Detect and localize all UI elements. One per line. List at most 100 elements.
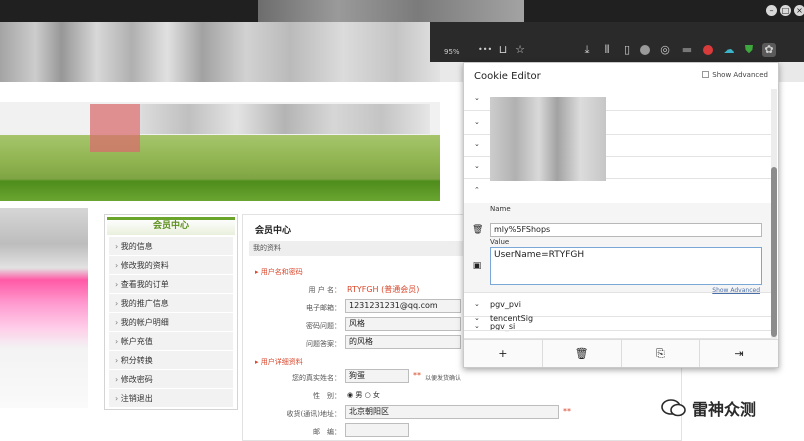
cookie-name-label: Name [490,205,511,213]
realname-label: 您的真实姓名： [292,374,341,382]
window-titlebar: – □ × [0,0,804,22]
menu-item-recharge[interactable]: 帐户充值 [109,332,233,351]
cookie-name: pgv_pvi [490,300,521,309]
close-icon[interactable]: × [794,5,804,16]
show-advanced-label: Show Advanced [712,71,768,79]
address-field[interactable]: 北京朝阳区 [345,405,559,419]
username-label: 用 户 名： [308,286,341,294]
pocket-icon[interactable]: ⊔ [496,43,510,57]
adblock-icon[interactable] [703,45,713,55]
add-cookie-button[interactable]: + [464,340,543,367]
cookie-editor-title: Cookie Editor [474,71,541,82]
download-icon[interactable]: ⤓ [580,43,594,57]
minimize-icon[interactable]: – [766,5,777,16]
menu-item-edit-profile[interactable]: 修改我的资料 [109,256,233,275]
answer-field[interactable]: 的风格 [345,335,461,349]
section-header-credentials-text: 用户名和密码 [260,268,303,276]
gender-options: ◉ 男 ○ 女 [347,390,380,400]
menu-item-points[interactable]: 积分转换 [109,351,233,370]
page-actions-icon[interactable]: ••• [478,43,492,57]
watermark: 雷神众测 [660,396,756,420]
required-mark-address: ** [563,407,571,416]
gender-male-label: 男 [355,391,363,399]
address-label: 收货(通讯)地址： [286,410,341,418]
member-type: (普通会员) [381,285,420,294]
library-icon[interactable]: ⫴ [600,43,614,57]
show-advanced-link[interactable]: Show Advanced [712,287,760,294]
question-label: 密码问题： [306,322,341,330]
cookie-editor-actions: + 🗑 ⎘ ⇥ [464,339,778,367]
cookie-edit-panel: Name mly%5FShops 🗑 Value UserName=RTYFGH… [464,203,772,294]
cookie-editor-icon[interactable]: ✿ [762,43,776,57]
show-advanced-checkbox[interactable] [702,71,710,78]
zip-label: 邮 编： [313,428,341,436]
shield-icon[interactable]: ◎ [658,43,672,57]
blurred-side-image [0,208,88,408]
menu-item-logout[interactable]: 注销退出 [109,389,233,408]
gender-male-radio[interactable]: ◉ [347,391,353,399]
answer-label: 问题答案： [306,340,341,348]
sidebar-icon[interactable]: ▯ [620,43,634,57]
section-header-credentials: ▸ 用户名和密码 [255,268,303,276]
security-extension-icon[interactable]: ⛊ [742,43,756,57]
required-mark: ** [413,371,421,380]
cookie-row-tencentsig[interactable]: ⌄ tencentSig [464,309,772,331]
blurred-address-bar [0,22,440,82]
watermark-text: 雷神众测 [692,400,757,419]
member-center-menu: 会员中心 我的信息 修改我的资料 查看我的订单 我的推广信息 我的帐户明细 帐户… [104,214,238,410]
question-field[interactable]: 风格 [345,317,461,331]
realname-field[interactable]: 狗蛋 [345,369,409,383]
email-field[interactable]: 1231231231@qq.com [345,299,461,313]
cookie-editor-popup: Cookie Editor Show Advanced ⌄ ⌄ ⌄ ⌄ ⌃ Na… [463,62,779,368]
blurred-banner [140,104,430,134]
import-button[interactable]: ⎘ [621,340,701,367]
menu-item-my-info[interactable]: 我的信息 [109,237,233,256]
chevron-up-icon[interactable]: ⌃ [474,186,480,194]
blurred-tab-title [258,0,524,22]
blurred-logo [90,104,140,152]
menu-item-orders[interactable]: 查看我的订单 [109,275,233,294]
cookie-name: tencentSig [490,314,534,323]
cookie-row-expanded-header[interactable]: ⌃ [464,181,772,203]
zip-field[interactable] [345,423,409,437]
save-icon[interactable]: ▣ [472,261,482,271]
cookie-value-label: Value [490,238,510,246]
gender-female-radio[interactable]: ○ [365,391,371,399]
wechat-icon [661,399,686,417]
chevron-down-icon[interactable]: ⌄ [474,118,480,126]
panel-title: 会员中心 [255,226,292,236]
username-text: RTYFGH [347,285,379,294]
chevron-down-icon[interactable]: ⌄ [474,300,480,308]
chevron-down-icon[interactable]: ⌄ [474,94,480,102]
gender-label: 性 别： [313,392,341,400]
blurred-cookie-names [490,97,606,181]
cloud-icon[interactable]: ☁ [722,43,736,57]
realname-note: 以便发货确认 [425,375,462,382]
cookie-list-scrollbar[interactable] [771,89,777,339]
mask-icon[interactable]: ▬ [680,43,694,57]
zoom-level[interactable]: 95% [444,48,460,56]
username-value: RTYFGH (普通会员) [347,284,419,295]
cookie-name-input[interactable]: mly%5FShops [490,223,762,237]
bookmark-star-icon[interactable]: ☆ [513,43,527,57]
chevron-down-icon[interactable]: ⌄ [474,140,480,148]
menu-item-change-password[interactable]: 修改密码 [109,370,233,389]
account-icon[interactable] [640,45,650,55]
chevron-down-icon[interactable]: ⌄ [474,162,480,170]
chevron-down-icon[interactable]: ⌄ [474,314,480,322]
section-header-details-text: 用户详细资料 [260,358,303,366]
delete-all-button[interactable]: 🗑 [542,340,622,367]
cookie-value-input[interactable]: UserName=RTYFGH [490,247,762,285]
email-label: 电子邮箱： [306,304,341,312]
scrollbar-thumb[interactable] [771,167,777,337]
section-header-details: ▸ 用户详细资料 [255,358,303,366]
trash-icon[interactable]: 🗑 [472,225,483,235]
show-advanced-toggle[interactable]: Show Advanced [702,71,768,79]
menu-item-promotion[interactable]: 我的推广信息 [109,294,233,313]
cookie-list: ⌄ ⌄ ⌄ ⌄ ⌃ Name mly%5FShops 🗑 Value UserN… [464,89,780,339]
menu-item-account-details[interactable]: 我的帐户明细 [109,313,233,332]
export-button[interactable]: ⇥ [700,340,778,367]
gender-female-label: 女 [372,391,380,399]
maximize-icon[interactable]: □ [780,5,791,16]
member-center-header: 会员中心 [107,217,235,235]
